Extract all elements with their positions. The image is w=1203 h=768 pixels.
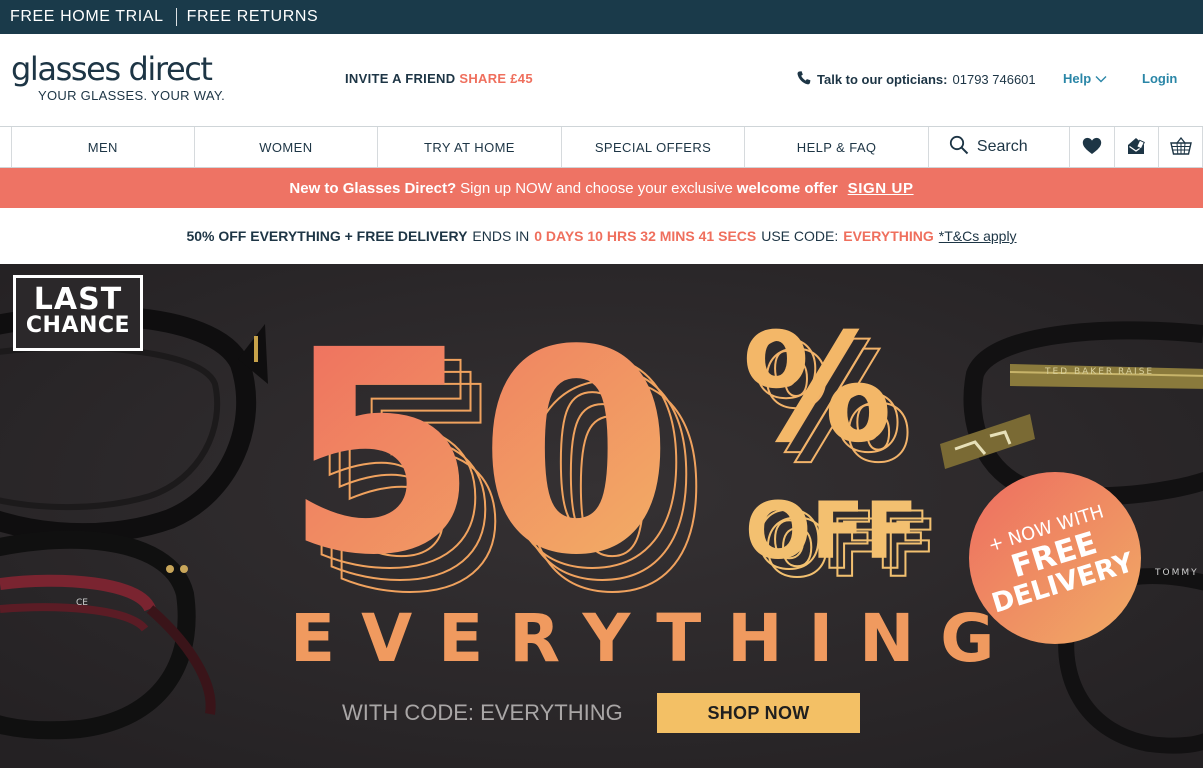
phone-number: 01793 746601 — [952, 72, 1036, 87]
phone-icon — [796, 70, 812, 89]
main-nav: MEN WOMEN TRY AT HOME SPECIAL OFFERS HEL… — [0, 126, 1203, 168]
countdown-use-code: USE CODE: — [761, 228, 839, 244]
free-returns-link[interactable]: FREE RETURNS — [177, 8, 331, 26]
everything-headline: EVERYTHING — [290, 600, 1021, 677]
favourites-button[interactable] — [1068, 127, 1114, 167]
countdown-timer: 0 DAYS 10 HRS 32 MINS 41 SECS — [534, 228, 757, 244]
promo-code-label: WITH CODE: EVERYTHING — [342, 700, 623, 725]
off-text: OFF — [745, 487, 918, 577]
invite-label: INVITE A FRIEND — [345, 71, 456, 86]
terms-link[interactable]: *T&Cs apply — [939, 228, 1017, 244]
frame-mark: CE — [76, 598, 88, 608]
frame-brand-3: TOMMY — [1154, 568, 1199, 578]
site-header: glasses direct YOUR GLASSES. YOUR WAY. I… — [0, 34, 1203, 126]
nav-item-help-faq[interactable]: HELP & FAQ — [744, 127, 928, 167]
countdown-ends-in: ENDS IN — [472, 228, 530, 244]
basket-button[interactable] — [1158, 127, 1203, 167]
divider — [175, 8, 177, 26]
percent-sign: % — [742, 302, 892, 476]
free-home-trial-link[interactable]: FREE HOME TRIAL — [0, 8, 176, 26]
nav-item-men[interactable]: MEN — [11, 127, 194, 167]
search-label: Search — [976, 138, 1028, 155]
countdown-offer: 50% OFF EVERYTHING + FREE DELIVERY — [186, 228, 468, 244]
logo-wordmark: glasses direct — [11, 50, 213, 88]
top-strip: FREE HOME TRIAL FREE RETURNS — [0, 0, 1203, 34]
logo[interactable]: glasses direct YOUR GLASSES. YOUR WAY. — [11, 52, 225, 103]
chevron-down-icon — [1095, 71, 1107, 86]
last-chance-line2: CHANCE — [25, 313, 131, 338]
hero-banner[interactable]: 50 50 50 50 % % % OFF OFF OFF TED BAKER … — [0, 264, 1203, 768]
frame-brand-1: TED BAKER — [1044, 367, 1114, 377]
heart-icon — [1082, 137, 1102, 158]
envelope-icon — [1126, 136, 1146, 159]
nav-item-women[interactable]: WOMEN — [193, 127, 378, 167]
signup-message: Sign up NOW and choose your exclusive — [460, 179, 733, 197]
countdown-bar: 50% OFF EVERYTHING + FREE DELIVERY ENDS … — [0, 208, 1203, 264]
countdown-code: EVERYTHING — [843, 228, 934, 244]
logo-tagline: YOUR GLASSES. YOUR WAY. — [38, 88, 226, 103]
opticians-phone[interactable]: Talk to our opticians: 01793 746601 — [796, 70, 1036, 89]
sign-up-link[interactable]: SIGN UP — [848, 180, 914, 197]
signup-question: New to Glasses Direct? — [289, 179, 457, 197]
nav-item-try-at-home[interactable]: TRY AT HOME — [377, 127, 561, 167]
help-dropdown[interactable]: Help — [1063, 71, 1107, 86]
phone-label: Talk to our opticians: — [817, 72, 948, 87]
invite-share-amount: SHARE £45 — [459, 71, 533, 86]
frame-brand-2: RAISE — [1118, 367, 1154, 377]
nav-item-special-offers[interactable]: SPECIAL OFFERS — [560, 127, 745, 167]
search-button[interactable]: Search — [927, 127, 1069, 167]
shop-now-button[interactable]: SHOP NOW — [657, 693, 860, 733]
search-icon — [949, 135, 969, 160]
last-chance-line1: LAST — [33, 282, 123, 317]
last-chance-badge: LAST CHANCE — [13, 275, 143, 351]
signup-promo-bar: New to Glasses Direct? Sign up NOW and c… — [0, 168, 1203, 208]
help-label: Help — [1063, 71, 1092, 86]
signup-welcome-offer: welcome offer — [736, 179, 838, 197]
big-50: 50 — [284, 291, 674, 617]
invite-a-friend-link[interactable]: INVITE A FRIEND SHARE £45 — [345, 71, 533, 86]
login-link[interactable]: Login — [1142, 71, 1177, 86]
basket-icon — [1169, 136, 1192, 158]
messages-button[interactable] — [1113, 127, 1159, 167]
